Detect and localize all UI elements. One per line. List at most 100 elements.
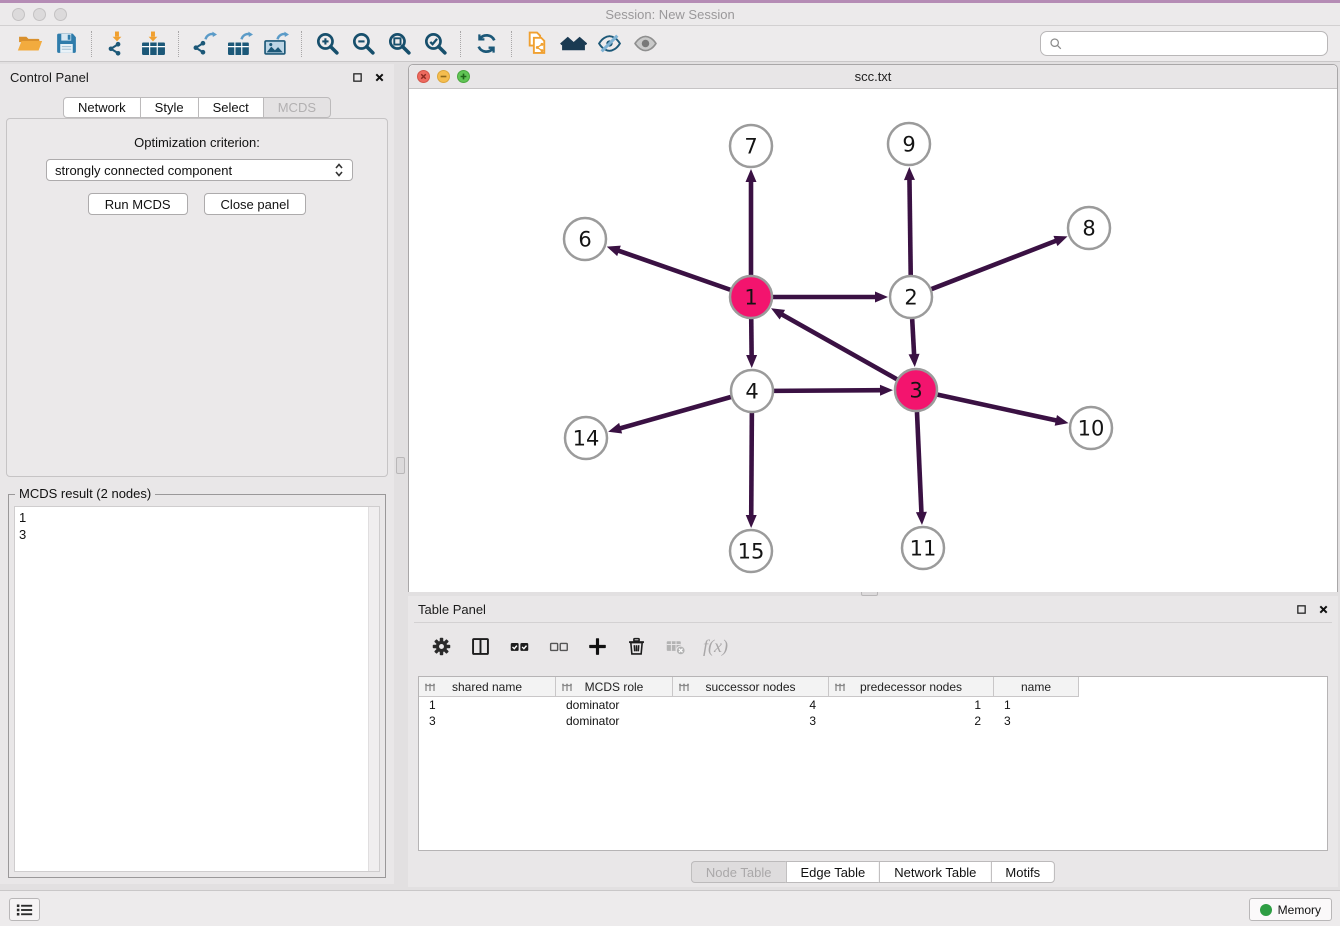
hide-selected-button[interactable] — [591, 28, 627, 60]
svg-text:10: 10 — [1078, 417, 1105, 441]
save-session-button[interactable] — [48, 28, 84, 60]
tab-select[interactable]: Select — [198, 97, 263, 118]
export-table-button[interactable] — [222, 28, 258, 60]
float-panel-icon[interactable] — [350, 70, 364, 84]
graph-edge-4-3[interactable] — [774, 385, 893, 396]
graph-edge-3-11[interactable] — [916, 412, 927, 525]
column-header-mcds-role[interactable]: MCDS role — [556, 677, 673, 696]
apply-layout-button[interactable] — [468, 28, 504, 60]
network-pages-icon — [524, 31, 551, 56]
float-table-panel-icon[interactable] — [1294, 602, 1308, 616]
memory-button[interactable]: Memory — [1249, 898, 1332, 921]
graph-node-15[interactable]: 15 — [730, 530, 772, 572]
graph-edge-1-2[interactable] — [773, 292, 888, 303]
graph-node-10[interactable]: 10 — [1070, 407, 1112, 449]
criterion-dropdown[interactable]: strongly connected component — [46, 159, 353, 181]
table-cell[interactable]: dominator — [556, 697, 673, 713]
close-panel-icon[interactable] — [372, 70, 386, 84]
graph-edge-2-8[interactable] — [932, 236, 1068, 289]
table-row[interactable]: 3dominator323 — [419, 713, 1327, 729]
show-all-button[interactable] — [627, 28, 663, 60]
zoom-fit-icon — [386, 31, 413, 56]
svg-text:9: 9 — [902, 133, 915, 157]
graph-node-11[interactable]: 11 — [902, 527, 944, 569]
task-history-button[interactable] — [9, 898, 40, 921]
toolbar-separator — [511, 31, 512, 57]
network-window-titlebar[interactable]: scc.txt — [409, 65, 1337, 89]
first-neighbors-button[interactable] — [555, 28, 591, 60]
column-header-successor-nodes[interactable]: successor nodes — [673, 677, 829, 696]
column-header-predecessor-nodes[interactable]: predecessor nodes — [829, 677, 994, 696]
graph-edge-3-1[interactable] — [771, 308, 897, 379]
table-cell[interactable]: 3 — [673, 713, 829, 729]
graph-edge-1-7[interactable] — [746, 169, 757, 275]
column-header-name[interactable]: name — [994, 677, 1078, 696]
graph-edge-2-9[interactable] — [904, 167, 915, 275]
table-cell[interactable]: 3 — [994, 713, 1078, 729]
svg-text:1: 1 — [744, 286, 757, 310]
control-panel-title: Control Panel — [10, 70, 89, 85]
mcds-result-text[interactable]: 1 3 — [14, 506, 380, 872]
tab-node-table[interactable]: Node Table — [691, 861, 786, 883]
graph-node-9[interactable]: 9 — [888, 123, 930, 165]
graph-edge-1-6[interactable] — [607, 246, 731, 290]
vertical-splitter-handle[interactable] — [396, 457, 405, 474]
table-row[interactable]: 1dominator411 — [419, 697, 1327, 713]
graph-node-3[interactable]: 3 — [895, 369, 937, 411]
graph-node-8[interactable]: 8 — [1068, 207, 1110, 249]
zoom-selected-button[interactable] — [417, 28, 453, 60]
table-cell[interactable]: 3 — [419, 713, 556, 729]
close-panel-button[interactable]: Close panel — [204, 193, 307, 215]
import-table-button[interactable] — [135, 28, 171, 60]
network-view-window: scc.txt 7 9 6 8 1 2 4 3 14 10 15 11 — [408, 64, 1338, 592]
tab-edge-table[interactable]: Edge Table — [785, 861, 879, 883]
tab-style[interactable]: Style — [140, 97, 198, 118]
table-settings-button[interactable] — [426, 632, 456, 662]
graph-node-14[interactable]: 14 — [565, 417, 607, 459]
graph-node-6[interactable]: 6 — [564, 218, 606, 260]
delete-table-button[interactable] — [660, 632, 690, 662]
graph-edge-3-10[interactable] — [937, 395, 1068, 426]
graph-edge-2-3[interactable] — [909, 319, 920, 367]
graph-node-2[interactable]: 2 — [890, 276, 932, 318]
import-network-button[interactable] — [99, 28, 135, 60]
delete-columns-button[interactable] — [621, 632, 651, 662]
column-header-shared-name[interactable]: shared name — [419, 677, 556, 696]
zoom-out-button[interactable] — [345, 28, 381, 60]
graph-node-7[interactable]: 7 — [730, 125, 772, 167]
table-cell[interactable]: dominator — [556, 713, 673, 729]
select-all-rows-button[interactable] — [504, 632, 534, 662]
close-table-panel-icon[interactable] — [1316, 602, 1330, 616]
export-network-button[interactable] — [186, 28, 222, 60]
export-image-button[interactable] — [258, 28, 294, 60]
tab-mcds[interactable]: MCDS — [263, 97, 331, 118]
function-builder-button[interactable]: f(x) — [699, 632, 728, 662]
graph-edge-4-14[interactable] — [608, 397, 731, 433]
zoom-in-button[interactable] — [309, 28, 345, 60]
add-column-button[interactable] — [582, 632, 612, 662]
graph-node-1[interactable]: 1 — [730, 276, 772, 318]
run-mcds-button[interactable]: Run MCDS — [88, 193, 188, 215]
graph-edge-4-15[interactable] — [746, 413, 757, 528]
table-cell[interactable]: 1 — [419, 697, 556, 713]
graph-node-4[interactable]: 4 — [731, 370, 773, 412]
graph-edge-1-4[interactable] — [746, 319, 757, 368]
delete-table-icon — [665, 636, 686, 657]
tab-motifs[interactable]: Motifs — [990, 861, 1055, 883]
gear-icon — [431, 636, 452, 657]
zoom-fit-button[interactable] — [381, 28, 417, 60]
new-network-from-selection-button[interactable] — [519, 28, 555, 60]
open-session-button[interactable] — [12, 28, 48, 60]
network-canvas[interactable]: 7 9 6 8 1 2 4 3 14 10 15 11 — [409, 89, 1337, 592]
deselect-all-rows-button[interactable] — [543, 632, 573, 662]
tab-network-table[interactable]: Network Table — [879, 861, 990, 883]
search-input[interactable] — [1068, 34, 1319, 54]
table-cell[interactable]: 2 — [829, 713, 994, 729]
tab-network[interactable]: Network — [63, 97, 140, 118]
table-cell[interactable]: 1 — [994, 697, 1078, 713]
table-cell[interactable]: 4 — [673, 697, 829, 713]
show-columns-button[interactable] — [465, 632, 495, 662]
table-cell[interactable]: 1 — [829, 697, 994, 713]
network-window-title: scc.txt — [409, 69, 1337, 84]
result-scrollbar[interactable] — [368, 507, 379, 871]
